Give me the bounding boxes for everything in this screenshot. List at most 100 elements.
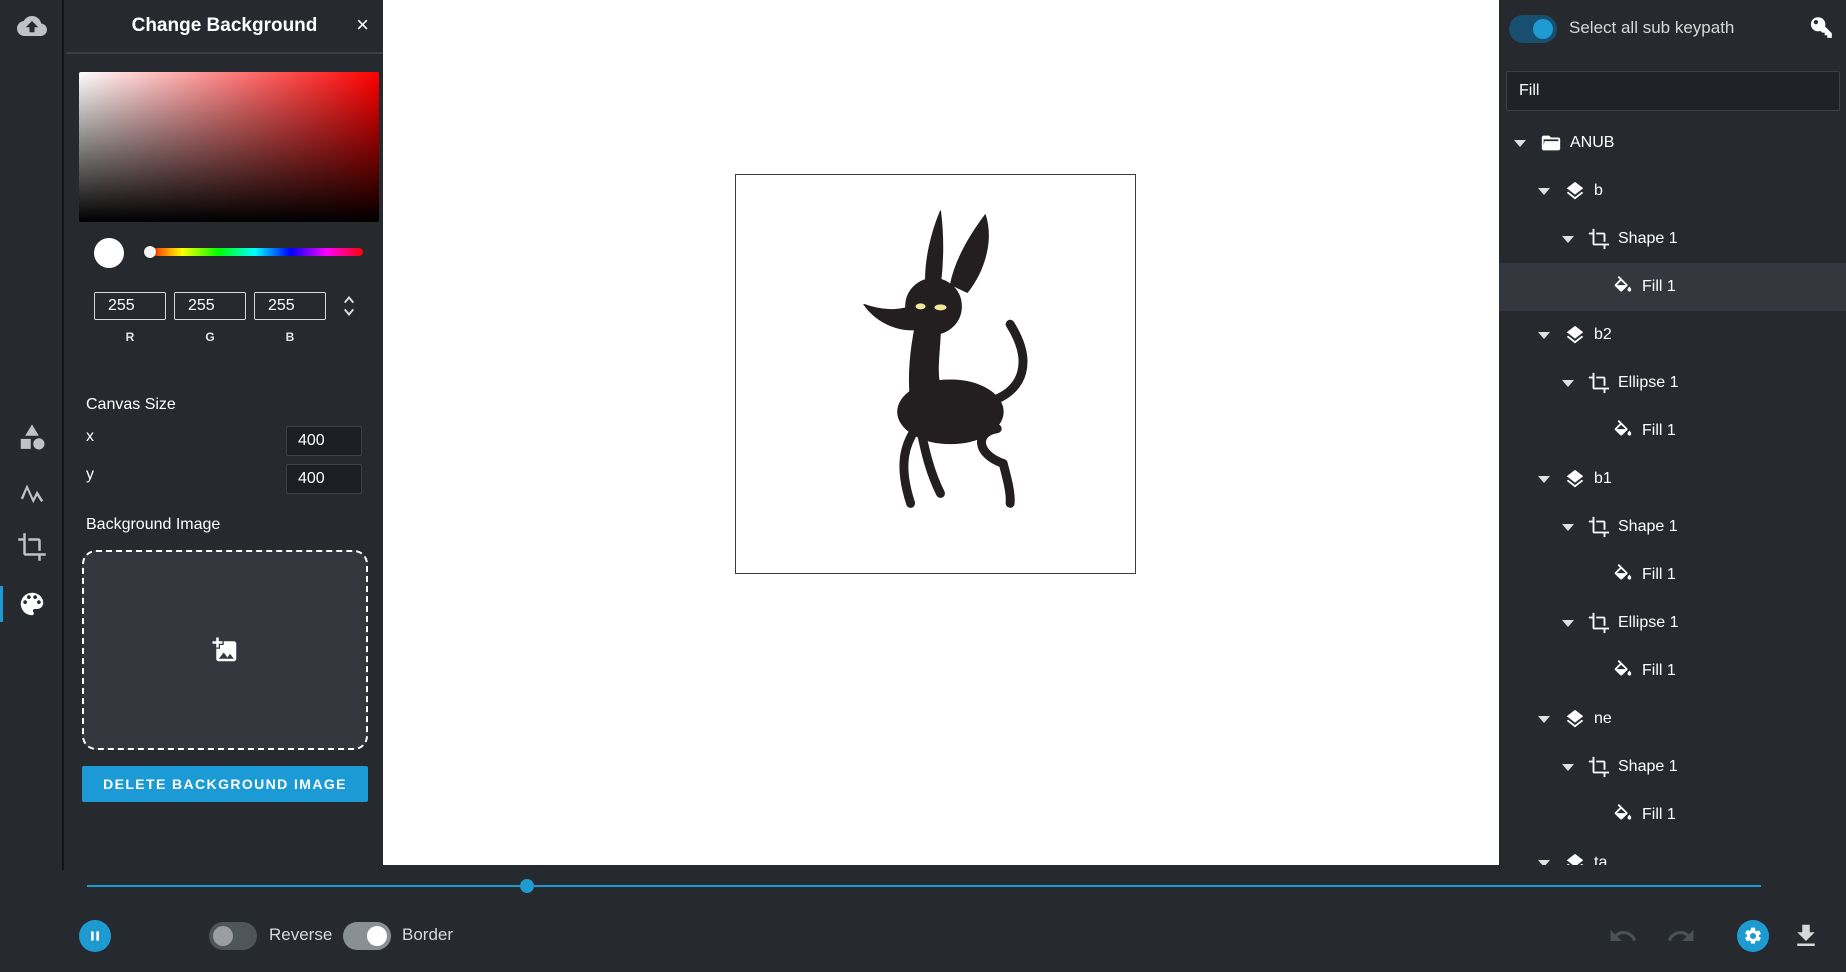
layer-label: Shape 1 [1618,758,1678,775]
crop-icon [1588,612,1610,634]
canvas-width-input[interactable] [286,426,362,456]
pause-button[interactable] [79,920,111,952]
layer-row[interactable]: Shape 1 [1499,215,1846,263]
hue-slider-handle[interactable] [144,246,156,258]
path-tool-button[interactable] [0,468,64,516]
redo-button[interactable] [1663,918,1699,954]
layer-row[interactable]: Fill 1 [1499,407,1846,455]
crop-icon [1588,756,1610,778]
layer-label: Fill 1 [1642,662,1676,679]
canvas-size-label: Canvas Size [86,396,176,413]
layer-label: Fill 1 [1642,566,1676,583]
canvas-x-label: x [86,428,94,445]
reverse-label: Reverse [269,925,333,944]
layer-label: Shape 1 [1618,518,1678,535]
artboard[interactable] [735,174,1136,574]
background-palette-button[interactable] [0,580,64,628]
layer-row[interactable]: b2 [1499,311,1846,359]
layer-row[interactable]: b [1499,167,1846,215]
folder-open-icon [1540,132,1562,154]
upload-button[interactable] [0,2,64,50]
layer-row[interactable]: Shape 1 [1499,743,1846,791]
layer-row[interactable]: Fill 1 [1499,263,1846,311]
expand-caret-icon[interactable] [1562,619,1574,627]
layer-label: b2 [1594,326,1612,343]
layer-row[interactable]: b1 [1499,455,1846,503]
fill-icon [1612,564,1634,586]
timeline-handle[interactable] [520,879,535,893]
select-all-sub-keypath-toggle[interactable] [1509,15,1557,43]
layer-row[interactable]: Shape 1 [1499,503,1846,551]
delete-background-image-button[interactable]: DELETE BACKGROUND IMAGE [82,766,368,802]
layer-row[interactable]: Fill 1 [1499,551,1846,599]
layer-label: Ellipse 1 [1618,374,1679,391]
canvas-stage [383,0,1499,865]
hue-slider[interactable] [144,246,363,258]
layer-label: Fill 1 [1642,422,1676,439]
layers-panel: Select all sub keypath ANUB b Shape 1 Fill … [1499,0,1846,865]
expand-caret-icon[interactable] [1538,715,1550,723]
border-toggle[interactable] [343,922,391,950]
expand-caret-icon[interactable] [1562,379,1574,387]
layers-icon [1564,852,1586,865]
reverse-toggle[interactable] [209,922,257,950]
download-button[interactable] [1788,918,1824,954]
change-background-panel: Change Background × R G B Canvas Size x … [66,0,383,870]
expand-caret-icon[interactable] [1514,139,1526,147]
layer-row[interactable]: Fill 1 [1499,791,1846,839]
crop-button[interactable] [0,523,64,571]
panel-header: Change Background × [66,0,383,54]
blue-input[interactable] [254,292,326,320]
palette-icon [20,592,44,616]
layer-label: b1 [1594,470,1612,487]
fill-icon [1612,276,1634,298]
keypath-button[interactable] [1808,14,1834,40]
layer-row[interactable]: Ellipse 1 [1499,359,1846,407]
fill-icon [1612,420,1634,442]
panel-title: Change Background [131,15,318,36]
canvas-height-input[interactable] [286,464,362,494]
cloud-upload-icon [17,15,47,36]
undo-button[interactable] [1605,918,1641,954]
color-swatch [94,238,124,268]
key-icon [1810,17,1832,38]
redo-icon [1667,929,1694,941]
canvas-y-label: y [86,466,94,483]
close-icon[interactable]: × [356,14,369,36]
crop-icon [1588,372,1610,394]
keypath-filter-input[interactable] [1506,71,1840,111]
layer-label: ta [1594,854,1608,865]
settings-button[interactable] [1737,920,1769,952]
expand-caret-icon[interactable] [1538,475,1550,483]
expand-caret-icon[interactable] [1562,523,1574,531]
layer-row[interactable]: Ellipse 1 [1499,599,1846,647]
expand-caret-icon[interactable] [1562,235,1574,243]
shapes-icon [20,424,45,450]
layer-row[interactable]: ta [1499,839,1846,865]
layer-row[interactable]: Fill 1 [1499,647,1846,695]
expand-caret-icon[interactable] [1562,763,1574,771]
shapes-button[interactable] [0,413,64,461]
layer-label: Shape 1 [1618,230,1678,247]
color-mode-toggle[interactable] [340,293,358,319]
left-icon-rail [0,0,64,870]
crop-icon [1588,228,1610,250]
expand-caret-icon[interactable] [1538,859,1550,865]
select-all-sub-keypath-label: Select all sub keypath [1569,18,1735,37]
background-image-dropzone[interactable] [82,550,368,750]
expand-caret-icon[interactable] [1538,187,1550,195]
red-input[interactable] [94,292,166,320]
blue-label: B [285,330,295,344]
unfold-icon [344,296,354,316]
layer-row[interactable]: ne [1499,695,1846,743]
path-icon [20,484,44,504]
green-input[interactable] [174,292,246,320]
crop-icon [18,533,46,561]
add-photo-icon [212,637,237,662]
gear-icon [1745,927,1761,944]
saturation-value-picker[interactable] [79,72,379,222]
expand-caret-icon[interactable] [1538,331,1550,339]
layers-icon [1564,324,1586,346]
layer-row[interactable]: ANUB [1499,119,1846,167]
timeline-slider[interactable] [87,879,1761,893]
